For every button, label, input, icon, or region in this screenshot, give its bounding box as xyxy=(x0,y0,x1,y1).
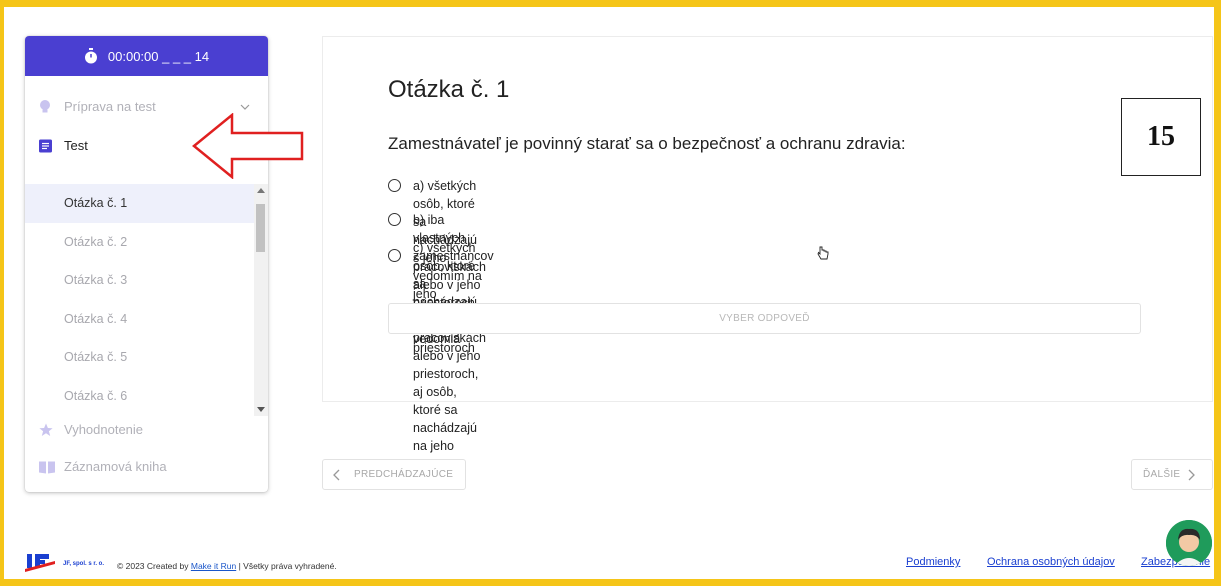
sidebar-item-evaluation-label: Vyhodnotenie xyxy=(64,422,144,437)
question-text: Zamestnávateľ je povinný starať sa o bez… xyxy=(388,134,906,153)
lightbulb-icon xyxy=(40,99,50,112)
question-list-scrollbar[interactable] xyxy=(254,184,268,416)
radio-button[interactable] xyxy=(388,179,401,192)
sidebar-item-logbook[interactable]: Záznamová kniha xyxy=(25,448,268,485)
chevron-left-icon xyxy=(333,469,340,480)
next-button-label: ĎALŠIE xyxy=(1143,469,1181,480)
next-button[interactable]: ĎALŠIE xyxy=(1131,459,1213,490)
chevron-right-icon xyxy=(1188,469,1196,480)
question-item[interactable]: Otázka č. 5 xyxy=(25,338,268,377)
sidebar-item-prep-label: Príprava na test xyxy=(64,99,156,114)
question-item[interactable]: Otázka č. 4 xyxy=(25,300,268,339)
select-answer-button[interactable]: VYBER ODPOVEĎ xyxy=(388,303,1141,334)
chevron-down-icon xyxy=(240,104,250,110)
person-avatar-icon xyxy=(1166,520,1212,566)
radio-button[interactable] xyxy=(388,213,401,226)
question-item[interactable]: Otázka č. 1 xyxy=(25,184,268,223)
support-avatar[interactable] xyxy=(1166,520,1212,566)
timer-bar: 00:00:00 _ _ _ 14 xyxy=(25,36,268,76)
radio-button[interactable] xyxy=(388,249,401,262)
star-icon xyxy=(39,423,53,436)
question-title: Otázka č. 1 xyxy=(388,76,510,103)
company-name: JF, spol. s r. o. xyxy=(63,561,105,567)
timer-text: 00:00:00 _ _ _ 14 xyxy=(107,48,210,64)
footer-link-terms[interactable]: Podmienky xyxy=(906,556,960,568)
hand-cursor-icon xyxy=(817,246,829,260)
question-item[interactable]: Otázka č. 3 xyxy=(25,261,268,300)
previous-button[interactable]: PREDCHÁDZAJÚCE xyxy=(322,459,466,490)
slide-number-box: 15 xyxy=(1121,98,1201,176)
question-list: Otázka č. 1 Otázka č. 2 Otázka č. 3 Otáz… xyxy=(25,184,268,416)
question-item[interactable]: Otázka č. 2 xyxy=(25,223,268,262)
stopwatch-icon xyxy=(84,48,97,64)
sidebar: 00:00:00 _ _ _ 14 Príprava na test Test … xyxy=(25,36,268,492)
document-icon xyxy=(39,139,52,152)
book-icon xyxy=(39,461,55,473)
sidebar-item-test-label: Test xyxy=(64,138,88,153)
copyright-prefix: © 2023 Created by xyxy=(117,561,189,571)
question-item[interactable]: Otázka č. 6 xyxy=(25,377,268,416)
footer-copyright: © 2023 Created by Make it Run | Všetky p… xyxy=(117,561,337,571)
previous-button-label: PREDCHÁDZAJÚCE xyxy=(354,469,454,480)
scrollbar-thumb[interactable] xyxy=(256,204,265,252)
creator-link[interactable]: Make it Run xyxy=(191,561,236,571)
jf-logo-icon xyxy=(25,554,55,572)
sidebar-item-evaluation[interactable]: Vyhodnotenie xyxy=(25,411,268,448)
company-logo: JF, spol. s r. o. xyxy=(25,552,104,577)
copyright-rights: | Všetky práva vyhradené. xyxy=(238,561,337,571)
red-arrow-annotation xyxy=(192,113,304,179)
scroll-up-arrow-icon[interactable] xyxy=(257,188,265,193)
sidebar-item-logbook-label: Záznamová kniha xyxy=(64,459,167,474)
footer-link-privacy[interactable]: Ochrana osobných údajov xyxy=(987,556,1115,568)
